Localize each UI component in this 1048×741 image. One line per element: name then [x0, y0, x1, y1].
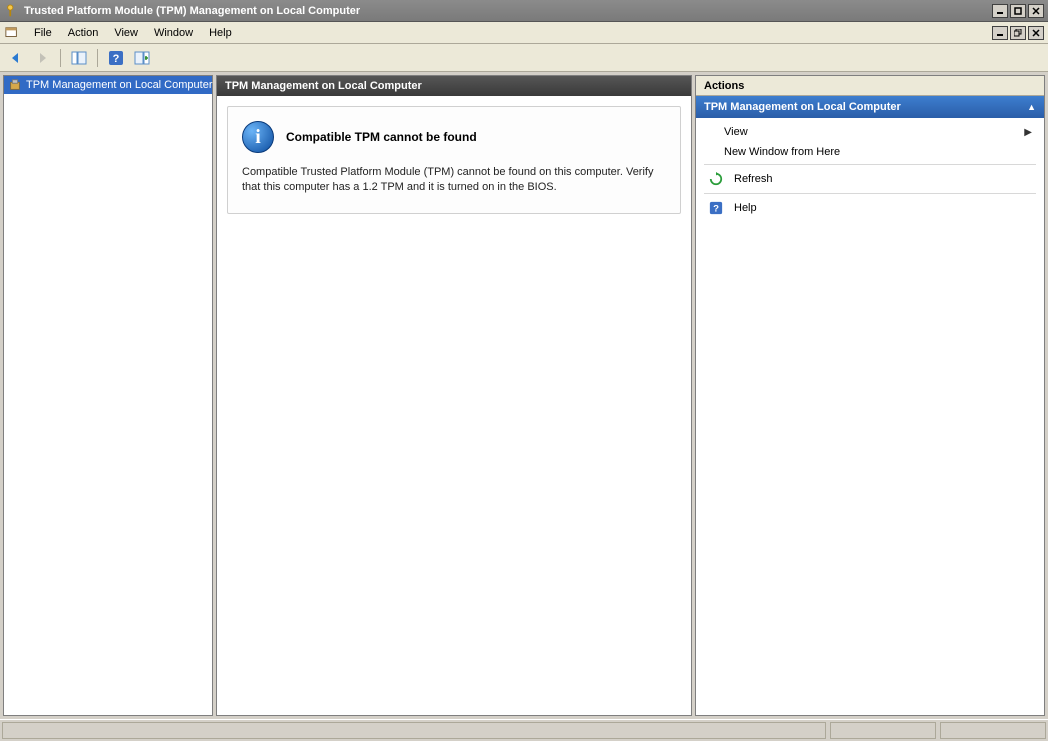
center-panel: TPM Management on Local Computer i Compa…	[216, 75, 692, 716]
statusbar	[0, 719, 1048, 741]
message-title: Compatible TPM cannot be found	[286, 130, 477, 144]
tree-root-item[interactable]: TPM Management on Local Computer	[4, 76, 212, 94]
show-hide-actions-button[interactable]	[130, 47, 154, 69]
titlebar: Trusted Platform Module (TPM) Management…	[0, 0, 1048, 22]
action-new-window-label: New Window from Here	[724, 146, 840, 158]
menu-action[interactable]: Action	[60, 25, 107, 41]
console-icon	[4, 25, 20, 41]
tree-panel: TPM Management on Local Computer	[3, 75, 213, 716]
actions-body: View ▶ New Window from Here Refresh ? He…	[696, 118, 1044, 715]
info-icon: i	[242, 121, 274, 153]
menu-file[interactable]: File	[26, 25, 60, 41]
actions-panel: Actions TPM Management on Local Computer…	[695, 75, 1045, 716]
action-refresh-label: Refresh	[734, 173, 773, 185]
svg-text:?: ?	[713, 204, 719, 215]
tpm-icon	[8, 77, 22, 93]
actions-header: Actions	[696, 76, 1044, 96]
show-hide-tree-button[interactable]	[67, 47, 91, 69]
center-panel-header: TPM Management on Local Computer	[217, 76, 691, 96]
collapse-icon: ▲	[1027, 102, 1036, 112]
toolbar-separator-2	[97, 49, 98, 67]
actions-divider-1	[704, 164, 1036, 165]
forward-button[interactable]	[30, 47, 54, 69]
help-icon: ?	[708, 200, 724, 216]
window-title: Trusted Platform Module (TPM) Management…	[24, 5, 992, 17]
status-main	[2, 722, 826, 739]
actions-subheader[interactable]: TPM Management on Local Computer ▲	[696, 96, 1044, 118]
status-cell-2	[940, 722, 1046, 739]
toolbar-separator	[60, 49, 61, 67]
mdi-restore-button[interactable]	[1010, 26, 1026, 40]
action-help[interactable]: ? Help	[696, 196, 1044, 220]
back-button[interactable]	[4, 47, 28, 69]
message-card: i Compatible TPM cannot be found Compati…	[227, 106, 681, 214]
toolbar: ?	[0, 44, 1048, 72]
center-body: i Compatible TPM cannot be found Compati…	[217, 96, 691, 715]
menubar: File Action View Window Help	[0, 22, 1048, 44]
status-cell-1	[830, 722, 936, 739]
app-icon	[4, 3, 20, 19]
window-controls	[992, 4, 1044, 18]
workspace: TPM Management on Local Computer TPM Man…	[0, 72, 1048, 719]
menu-view[interactable]: View	[106, 25, 146, 41]
close-button[interactable]	[1028, 4, 1044, 18]
actions-divider-2	[704, 193, 1036, 194]
help-button[interactable]: ?	[104, 47, 128, 69]
mdi-close-button[interactable]	[1028, 26, 1044, 40]
svg-text:?: ?	[113, 53, 120, 65]
actions-subheader-label: TPM Management on Local Computer	[704, 101, 901, 113]
menu-help[interactable]: Help	[201, 25, 240, 41]
mdi-minimize-button[interactable]	[992, 26, 1008, 40]
refresh-icon	[708, 171, 724, 187]
action-new-window[interactable]: New Window from Here	[696, 142, 1044, 162]
menu-window[interactable]: Window	[146, 25, 201, 41]
action-refresh[interactable]: Refresh	[696, 167, 1044, 191]
action-view-label: View	[724, 126, 748, 138]
tree-root-label: TPM Management on Local Computer	[26, 79, 212, 91]
maximize-button[interactable]	[1010, 4, 1026, 18]
submenu-arrow-icon: ▶	[1024, 127, 1032, 138]
action-view[interactable]: View ▶	[696, 122, 1044, 142]
minimize-button[interactable]	[992, 4, 1008, 18]
message-body: Compatible Trusted Platform Module (TPM)…	[242, 165, 666, 195]
mdi-controls	[992, 26, 1044, 40]
action-help-label: Help	[734, 202, 757, 214]
